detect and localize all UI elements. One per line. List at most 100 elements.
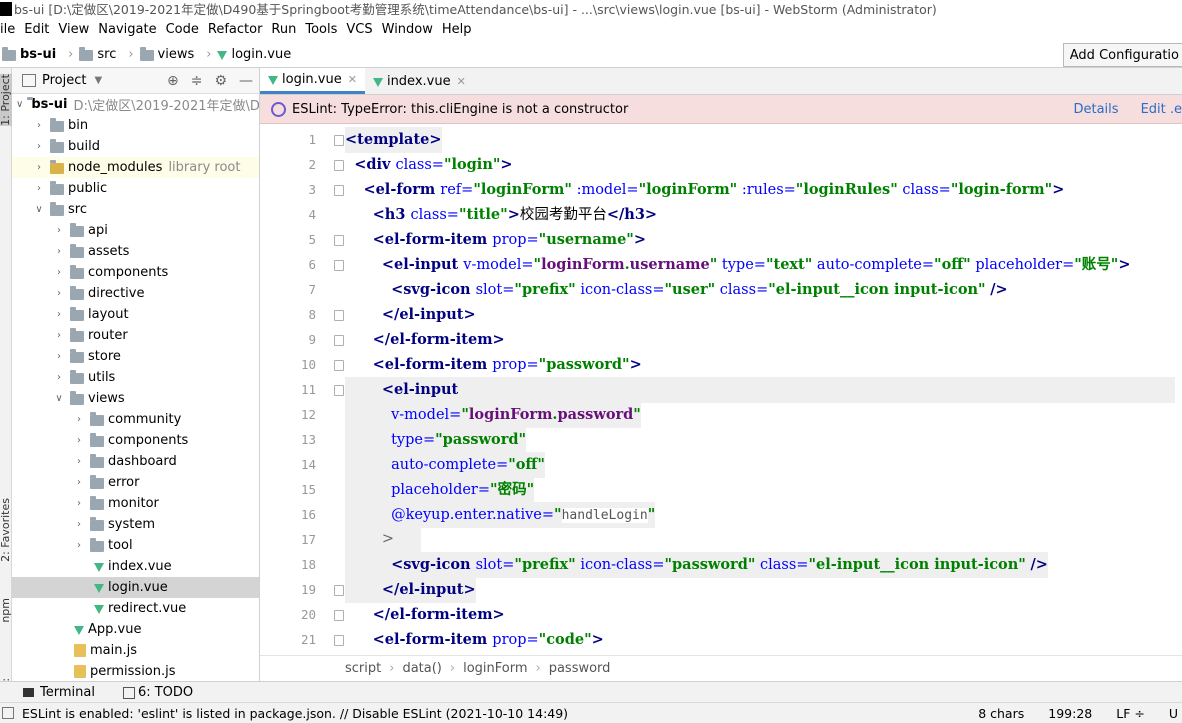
tab-index-vue[interactable]: index.vue ✕ <box>365 68 474 94</box>
menu-edit[interactable]: Edit <box>24 22 49 37</box>
line-separator[interactable]: LF ÷ <box>1116 706 1145 721</box>
tree-item-path: D:\定做区\2019-2021年定做\D <box>73 99 260 114</box>
tree-item-directive[interactable]: › directive <box>12 283 259 304</box>
eslint-details-link[interactable]: Details <box>1073 102 1118 117</box>
fold-marker-icon[interactable] <box>334 335 344 346</box>
menu-run[interactable]: Run <box>271 22 296 37</box>
fold-marker-icon[interactable] <box>334 385 344 396</box>
fold-marker-icon[interactable] <box>334 260 344 271</box>
line-number: 5 <box>308 232 316 247</box>
menu-vcs[interactable]: VCS <box>346 22 372 37</box>
vue-file-icon <box>217 50 228 60</box>
crumb-data[interactable]: data() <box>402 661 441 676</box>
menu-tools[interactable]: Tools <box>305 22 337 37</box>
collapsed-arrow-icon: › <box>37 183 41 194</box>
menu-code[interactable]: Code <box>166 22 199 37</box>
collapsed-arrow-icon: › <box>57 372 61 383</box>
menu-view[interactable]: View <box>58 22 89 37</box>
crumb-loginform[interactable]: loginForm <box>463 661 527 676</box>
add-configuration-button[interactable]: Add Configuratio <box>1062 43 1182 67</box>
tree-item-tool[interactable]: › tool <box>12 535 259 556</box>
collapse-all-icon[interactable]: ≑ <box>191 73 203 89</box>
fold-marker-icon[interactable] <box>334 235 344 246</box>
folder-icon <box>70 370 84 384</box>
terminal-tool-button[interactable]: Terminal <box>40 685 95 700</box>
library-folder-icon <box>50 160 64 174</box>
folder-icon <box>50 139 64 153</box>
menu-file[interactable]: ile <box>0 22 15 37</box>
tree-item-dashboard[interactable]: › dashboard <box>12 451 259 472</box>
nav-crumb-src[interactable]: › src <box>62 46 116 62</box>
file-encoding[interactable]: U <box>1169 706 1178 721</box>
tree-item-node-modules[interactable]: › node_modules library root <box>12 157 259 178</box>
tree-item-monitor[interactable]: › monitor <box>12 493 259 514</box>
locate-icon[interactable]: ⊕ <box>167 73 179 89</box>
hide-panel-icon[interactable]: — <box>239 73 253 89</box>
fold-marker-icon[interactable] <box>334 360 344 371</box>
tab-login-vue[interactable]: login.vue ✕ <box>260 68 365 94</box>
expanded-arrow-icon: ∨ <box>16 99 24 110</box>
code-editor[interactable]: 1 <template> 2 <div class="login"> 3 <el-… <box>260 124 1182 654</box>
close-tab-icon[interactable]: ✕ <box>348 73 357 86</box>
nav-crumb-project[interactable]: bs-ui <box>2 46 56 62</box>
tree-item-note: library root <box>168 160 241 175</box>
tree-item-store[interactable]: › store <box>12 346 259 367</box>
tree-item-public[interactable]: › public <box>12 178 259 199</box>
tree-item-community[interactable]: › community <box>12 409 259 430</box>
settings-gear-icon[interactable]: ⚙ <box>214 73 227 89</box>
menu-navigate[interactable]: Navigate <box>98 22 156 37</box>
todo-tool-button[interactable]: 6: TODO <box>138 685 193 700</box>
crumb-script[interactable]: script <box>345 661 381 676</box>
tree-item-system[interactable]: › system <box>12 514 259 535</box>
npm-tool-tab[interactable]: npm <box>0 598 12 623</box>
folder-icon <box>70 328 84 342</box>
tree-item-api[interactable]: › api <box>12 220 259 241</box>
tree-item-main-js[interactable]: main.js <box>12 640 259 661</box>
favorites-tool-tab[interactable]: 2: Favorites <box>0 498 12 562</box>
menu-help[interactable]: Help <box>442 22 472 37</box>
project-view-selector[interactable]: Project <box>42 73 86 88</box>
crumb-password[interactable]: password <box>549 661 611 676</box>
fold-marker-icon[interactable] <box>334 310 344 321</box>
tree-item-views[interactable]: ∨ views <box>12 388 259 409</box>
tree-item-permission-js[interactable]: permission.js <box>12 661 259 681</box>
tree-item-redirect-vue[interactable]: redirect.vue <box>12 598 259 619</box>
tree-item-app-vue[interactable]: App.vue <box>12 619 259 640</box>
tree-item-src[interactable]: ∨ src <box>12 199 259 220</box>
tree-item-error[interactable]: › error <box>12 472 259 493</box>
menu-window[interactable]: Window <box>382 22 433 37</box>
eslint-edit-link[interactable]: Edit .e <box>1141 102 1182 117</box>
fold-marker-icon[interactable] <box>334 135 344 146</box>
nav-crumb-file[interactable]: › login.vue <box>200 47 291 62</box>
cursor-position[interactable]: 199:28 <box>1048 706 1092 721</box>
fold-marker-icon[interactable] <box>334 185 344 196</box>
tree-item-utils[interactable]: › utils <box>12 367 259 388</box>
tree-item-components[interactable]: › components <box>12 262 259 283</box>
tree-item-login-vue[interactable]: login.vue <box>12 577 259 598</box>
fold-marker-icon[interactable] <box>334 160 344 171</box>
tree-item-bs-ui[interactable]: ∨ bs-ui D:\定做区\2019-2021年定做\D <box>12 94 259 115</box>
tree-item-layout[interactable]: › layout <box>12 304 259 325</box>
project-tool-tab[interactable]: 1: Project <box>0 74 12 126</box>
close-tab-icon[interactable]: ✕ <box>457 75 466 88</box>
nav-crumb-views[interactable]: › views <box>122 46 194 62</box>
code-line: 8 </el-input> <box>260 302 1182 327</box>
tree-item-views-components[interactable]: › components <box>12 430 259 451</box>
tree-item-assets[interactable]: › assets <box>12 241 259 262</box>
fold-marker-icon[interactable] <box>334 635 344 646</box>
tree-item-label: tool <box>108 538 133 553</box>
dropdown-arrow-icon[interactable]: ▼ <box>94 75 102 86</box>
status-message[interactable]: ESLint is enabled: 'eslint' is listed in… <box>22 706 568 721</box>
fold-marker-icon[interactable] <box>334 610 344 621</box>
menu-refactor[interactable]: Refactor <box>208 22 263 37</box>
tree-item-bin[interactable]: › bin <box>12 115 259 136</box>
tree-item-build[interactable]: › build <box>12 136 259 157</box>
folder-icon <box>90 517 104 531</box>
tree-item-router[interactable]: › router <box>12 325 259 346</box>
chevron-right-icon: › <box>68 46 74 62</box>
status-bar: ESLint is enabled: 'eslint' is listed in… <box>0 702 1182 723</box>
window-title: bs-ui [D:\定做区\2019-2021年定做\D490基于Springb… <box>14 2 937 17</box>
folder-icon <box>70 286 84 300</box>
fold-marker-icon[interactable] <box>334 585 344 596</box>
tree-item-index-vue[interactable]: index.vue <box>12 556 259 577</box>
